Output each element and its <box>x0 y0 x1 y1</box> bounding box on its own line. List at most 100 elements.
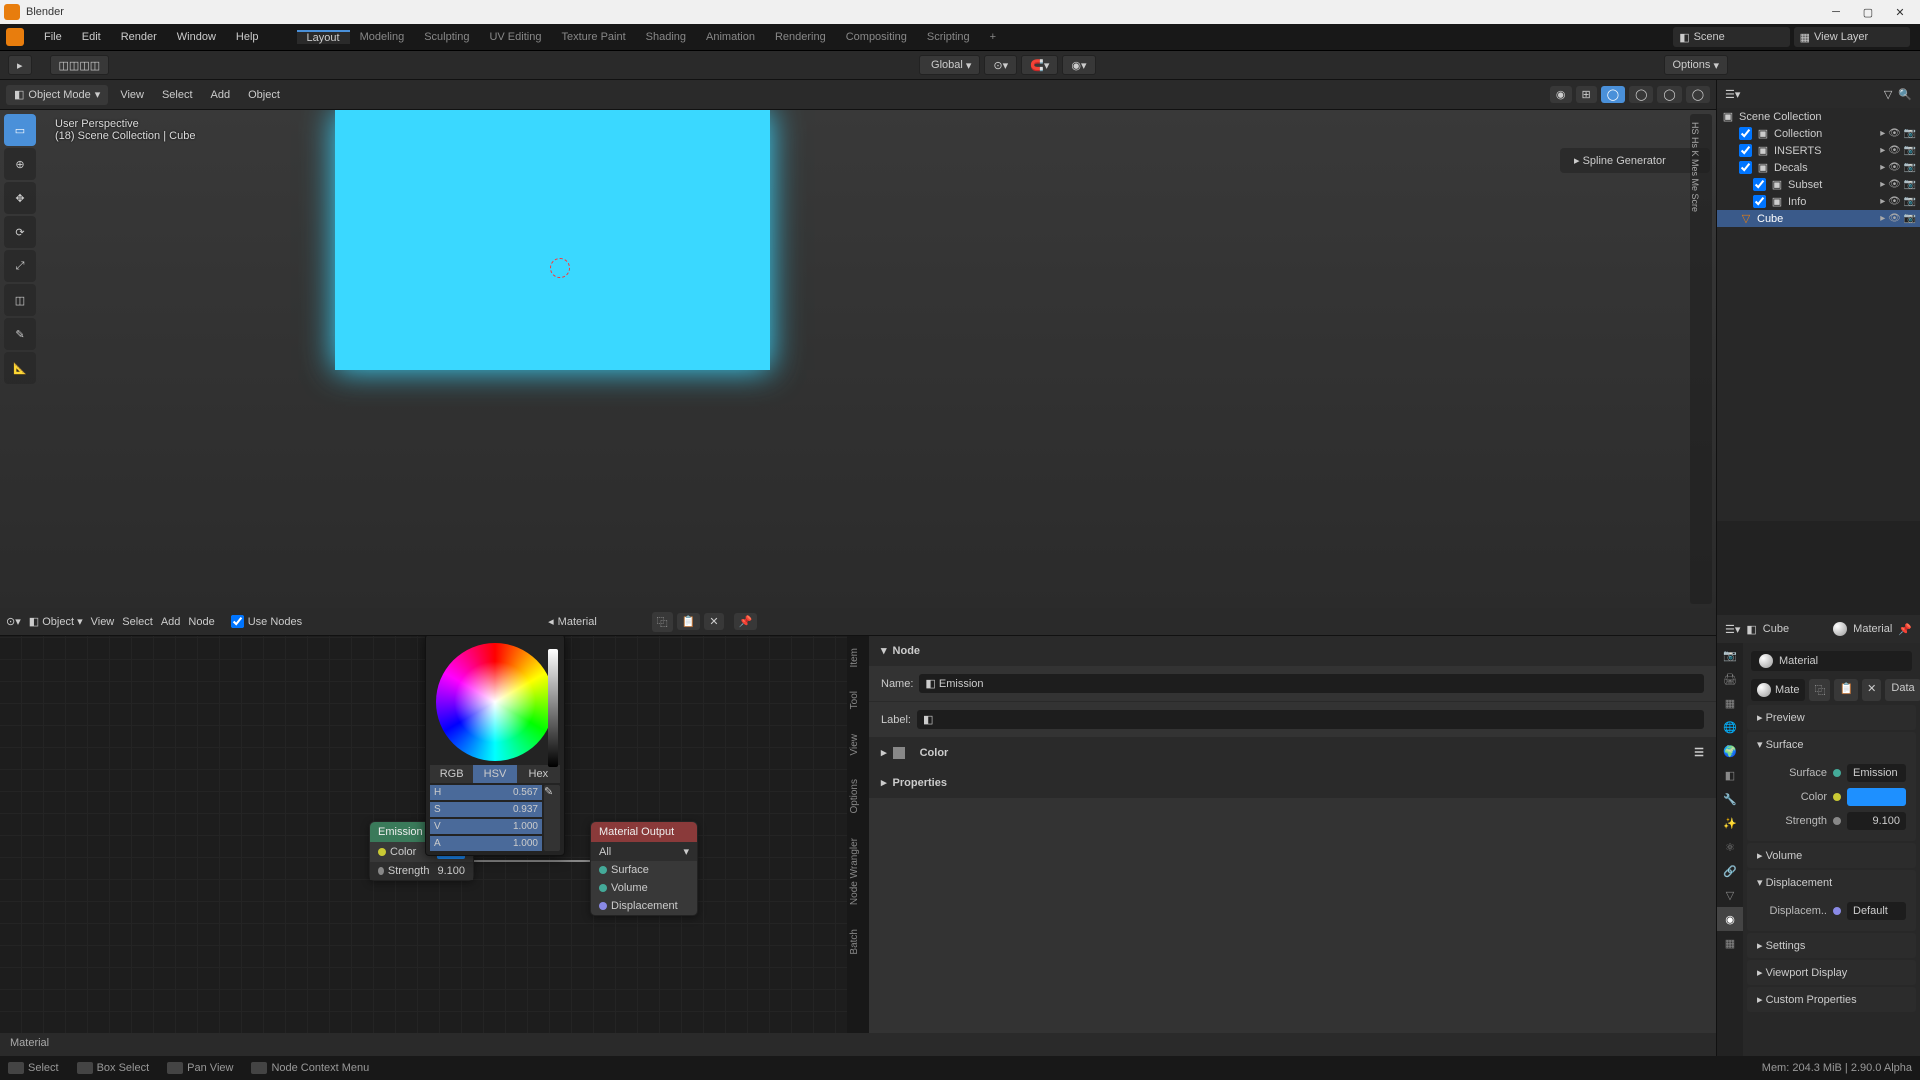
menu-render[interactable]: Render <box>111 31 167 43</box>
volume-socket-icon[interactable] <box>599 884 607 892</box>
new-material-button[interactable]: 📋 <box>1834 679 1858 701</box>
proptab-particles[interactable]: ✨ <box>1717 811 1743 835</box>
outliner-item-info[interactable]: ▣ Info ▸ 👁 📷 <box>1717 193 1920 210</box>
workspace-layout[interactable]: Layout <box>297 30 350 44</box>
h-value[interactable]: 0.567 <box>448 785 542 800</box>
shading-rendered[interactable]: ◯ <box>1686 86 1710 103</box>
gizmo-toggle[interactable]: ⊞ <box>1576 86 1597 103</box>
hsv-tab[interactable]: HSV <box>473 765 516 783</box>
pin-button[interactable]: 📌 <box>734 613 758 630</box>
copy-material-button[interactable]: ⿻ <box>652 612 673 632</box>
options-dropdown[interactable]: Options ▾ <box>1664 55 1729 75</box>
visibility-toggles[interactable]: ▸ 👁 📷 <box>1880 196 1916 207</box>
color-picker-popup[interactable]: RGB HSV Hex H0.567 S0.937 V1.000 A1.000 … <box>425 636 565 856</box>
snap-toggle[interactable]: 🧲▾ <box>1021 55 1058 75</box>
tab-view[interactable]: View <box>847 722 869 768</box>
color-section-head[interactable]: ▸ Color☰ <box>869 738 1716 768</box>
material-slot-select[interactable]: Material <box>558 616 648 628</box>
pivot-select[interactable]: ⊙▾ <box>984 55 1017 75</box>
proportional-toggle[interactable]: ◉▾ <box>1062 55 1095 75</box>
viewport-n-panel-tabs[interactable]: HS Hs K Mes Me Scre <box>1690 114 1712 604</box>
node-object-select[interactable]: ◧ Object ▾ <box>29 615 83 628</box>
custom-props-section[interactable]: ▸ Custom Properties <box>1747 987 1916 1012</box>
disp-socket-icon[interactable] <box>599 902 607 910</box>
material-name-field[interactable]: Mate <box>1751 679 1805 701</box>
props-type-icon[interactable]: ☰▾ <box>1725 623 1740 636</box>
node-menu-select[interactable]: Select <box>122 616 153 628</box>
use-nodes-checkbox[interactable]: Use Nodes <box>231 615 302 628</box>
shading-wireframe[interactable]: ◯ <box>1601 86 1625 103</box>
visibility-toggles[interactable]: ▸ 👁 📷 <box>1880 128 1916 139</box>
tab-options[interactable]: Options <box>847 767 869 825</box>
tab-batch[interactable]: Batch <box>847 917 869 967</box>
material-output-node[interactable]: Material Output All ▾ Surface Volume Dis… <box>590 821 698 916</box>
viewport-menu-select[interactable]: Select <box>156 89 199 101</box>
search-icon[interactable]: 🔍 <box>1898 88 1912 101</box>
settings-section[interactable]: ▸ Settings <box>1747 933 1916 958</box>
a-value[interactable]: 1.000 <box>448 836 542 851</box>
cursor-tool[interactable]: ⊕ <box>4 148 36 180</box>
menu-file[interactable]: File <box>34 31 72 43</box>
workspace-rendering[interactable]: Rendering <box>765 31 836 43</box>
outliner-scene-collection[interactable]: ▣ Scene Collection <box>1717 108 1920 125</box>
s-value[interactable]: 0.937 <box>448 802 542 817</box>
surface-shader-select[interactable]: Emission <box>1847 764 1906 782</box>
annotate-tool[interactable]: ✎ <box>4 318 36 350</box>
unlink-material-button[interactable]: ✕ <box>1862 679 1881 701</box>
outliner-item-decals[interactable]: ▣ Decals ▸ 👁 📷 <box>1717 159 1920 176</box>
menu-window[interactable]: Window <box>167 31 226 43</box>
displacement-select[interactable]: Default <box>1847 902 1906 920</box>
proptab-constraints[interactable]: 🔗 <box>1717 859 1743 883</box>
proptab-world[interactable]: 🌍 <box>1717 739 1743 763</box>
workspace-modeling[interactable]: Modeling <box>350 31 415 43</box>
hex-tab[interactable]: Hex <box>517 765 560 783</box>
proptab-output[interactable]: 🖨 <box>1717 667 1743 691</box>
strength-field[interactable]: 9.100 <box>1847 812 1906 830</box>
new-material-button[interactable]: 📋 <box>677 613 701 630</box>
proptab-texture[interactable]: ▦ <box>1717 931 1743 955</box>
tab-item[interactable]: Item <box>847 636 869 679</box>
eyedropper-button[interactable]: ✎ <box>544 785 560 851</box>
proptab-modifiers[interactable]: 🔧 <box>1717 787 1743 811</box>
node-menu-node[interactable]: Node <box>188 616 214 628</box>
emission-strength-val[interactable]: 9.100 <box>437 865 465 877</box>
workspace-texture[interactable]: Texture Paint <box>551 31 635 43</box>
select-box-tool[interactable]: ▭ <box>4 114 36 146</box>
pin-icon[interactable]: 📌 <box>1898 623 1912 636</box>
filter-icon[interactable]: ▽ <box>1884 88 1892 101</box>
mode-selector[interactable]: ◧ Object Mode ▾ <box>6 85 108 105</box>
displacement-section-head[interactable]: ▾ Displacement <box>1747 870 1916 895</box>
proptab-material[interactable]: ◉ <box>1717 907 1743 931</box>
viewport-display-section[interactable]: ▸ Viewport Display <box>1747 960 1916 985</box>
proptab-mesh[interactable]: ▽ <box>1717 883 1743 907</box>
minimize-button[interactable]: ─ <box>1820 6 1852 18</box>
color-socket-icon[interactable] <box>378 848 386 856</box>
proptab-physics[interactable]: ⚛ <box>1717 835 1743 859</box>
move-tool[interactable]: ✥ <box>4 182 36 214</box>
workspace-compositing[interactable]: Compositing <box>836 31 917 43</box>
browse-material-button[interactable]: ⿻ <box>1809 679 1830 701</box>
shading-material[interactable]: ◯ <box>1657 86 1681 103</box>
v-value[interactable]: 1.000 <box>448 819 542 834</box>
surface-socket-icon[interactable] <box>599 866 607 874</box>
shading-solid[interactable]: ◯ <box>1629 86 1653 103</box>
workspace-uv[interactable]: UV Editing <box>479 31 551 43</box>
rotate-tool[interactable]: ⟳ <box>4 216 36 248</box>
tab-nodewrangler[interactable]: Node Wrangler <box>847 826 869 917</box>
node-editor-type[interactable]: ⊙▾ <box>6 615 21 628</box>
node-section-head[interactable]: ▾ Node <box>869 636 1716 666</box>
workspace-animation[interactable]: Animation <box>696 31 765 43</box>
proptab-viewlayer[interactable]: ▦ <box>1717 691 1743 715</box>
props-section-head[interactable]: ▸ Properties <box>869 768 1716 798</box>
menu-edit[interactable]: Edit <box>72 31 111 43</box>
transform-tool[interactable]: ◫ <box>4 284 36 316</box>
overlays-toggle[interactable]: ◉ <box>1550 86 1572 103</box>
viewport-cube-object[interactable] <box>335 110 770 370</box>
surface-section-head[interactable]: ▾ Surface <box>1747 732 1916 757</box>
preview-section[interactable]: ▸ Preview <box>1747 705 1916 730</box>
outliner-item-subset[interactable]: ▣ Subset ▸ 👁 📷 <box>1717 176 1920 193</box>
viewport-menu-object[interactable]: Object <box>242 89 286 101</box>
workspace-add[interactable]: + <box>980 31 1006 43</box>
node-menu-add[interactable]: Add <box>161 616 181 628</box>
spline-generator-panel[interactable]: ▸ Spline Generator <box>1560 148 1710 173</box>
